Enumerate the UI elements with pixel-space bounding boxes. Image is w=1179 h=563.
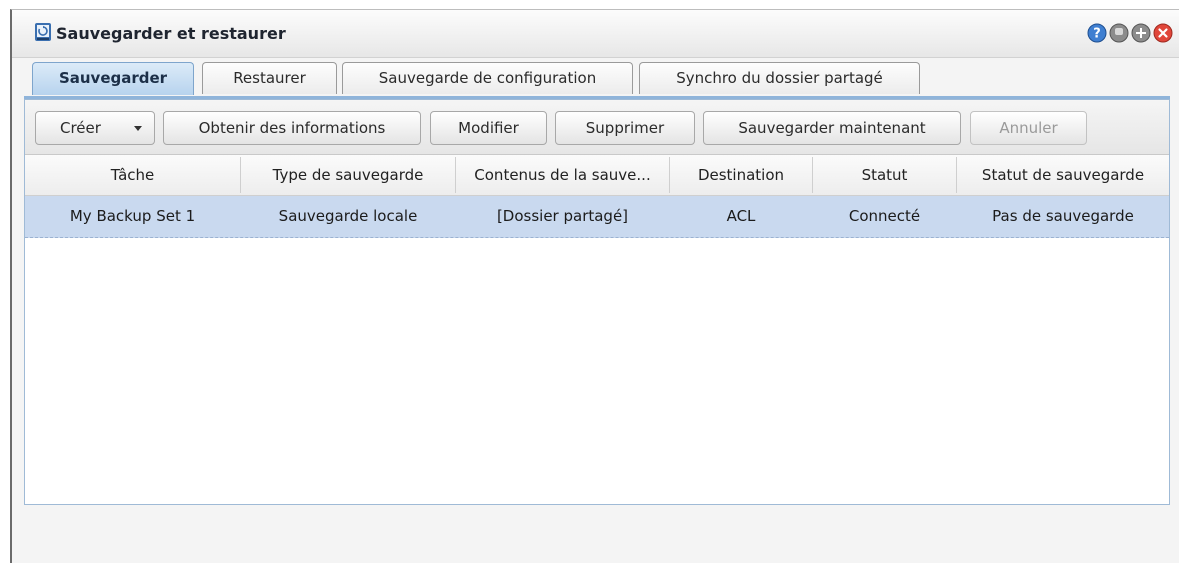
tab-sauvegarder[interactable]: Sauvegarder [32,62,194,95]
help-icon[interactable]: ? [1087,23,1107,43]
cancel-button[interactable]: Annuler [970,111,1087,145]
cell-destination: ACL [726,207,756,225]
tab-restaurer[interactable]: Restaurer [202,62,337,94]
toolbar: Créer Obtenir des informations Modifier … [25,100,1169,155]
column-header-statut[interactable]: Statut [813,155,956,195]
column-header-statut-sauvegarde[interactable]: Statut de sauvegarde [957,155,1169,195]
title-bar[interactable]: Sauvegarder et restaurer ? [12,10,1179,58]
tab-synchro-dossier-partage[interactable]: Synchro du dossier partagé [639,62,920,94]
maximize-icon[interactable] [1131,23,1151,43]
cell-type: Sauvegarde locale [278,207,418,225]
modify-button[interactable]: Modifier [430,111,547,145]
chevron-down-icon [134,126,142,131]
get-info-button[interactable]: Obtenir des informations [163,111,421,145]
svg-text:?: ? [1093,27,1101,42]
backup-app-icon [35,23,51,41]
tab-bar: Sauvegarder Restaurer Sauvegarde de conf… [20,62,1160,95]
tab-sauvegarde-configuration[interactable]: Sauvegarde de configuration [342,62,633,94]
column-header-tache[interactable]: Tâche [25,155,240,195]
minimize-icon[interactable] [1109,23,1129,43]
cell-statut: Connecté [848,207,921,225]
cell-contenus: [Dossier partagé] [496,207,629,225]
window-title: Sauvegarder et restaurer [56,24,286,43]
column-header-type[interactable]: Type de sauvegarde [241,155,455,195]
column-header-destination[interactable]: Destination [670,155,812,195]
cell-tache: My Backup Set 1 [69,207,196,225]
create-button[interactable]: Créer [35,111,155,145]
table-header: Tâche Type de sauvegarde Contenus de la … [25,155,1169,196]
column-header-contenus[interactable]: Contenus de la sauve... [456,155,669,195]
backup-now-button[interactable]: Sauvegarder maintenant [703,111,961,145]
close-icon[interactable] [1153,23,1173,43]
table-row[interactable]: My Backup Set 1 Sauvegarde locale [Dossi… [25,196,1169,238]
cell-statut-sauvegarde: Pas de sauvegarde [992,207,1134,225]
delete-button[interactable]: Supprimer [555,111,695,145]
create-button-label: Créer [60,119,101,137]
backup-panel: Créer Obtenir des informations Modifier … [24,99,1170,505]
